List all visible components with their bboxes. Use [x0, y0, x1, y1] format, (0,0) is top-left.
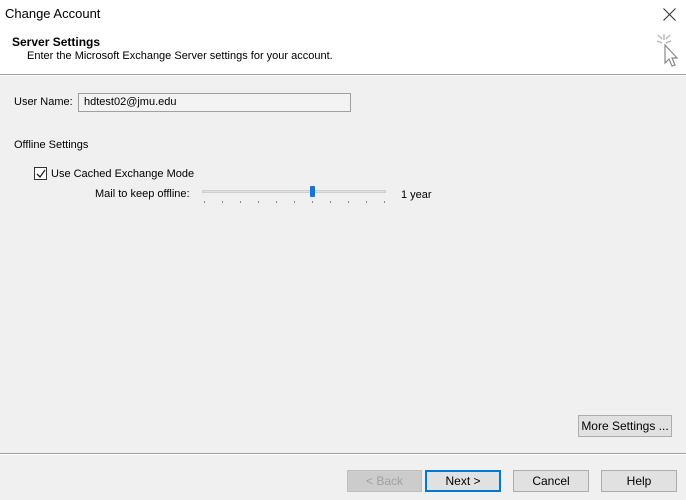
more-settings-button[interactable]: More Settings ...	[578, 415, 672, 437]
slider-tick	[312, 201, 313, 203]
close-icon	[663, 8, 676, 21]
page-header: Server Settings Enter the Microsoft Exch…	[0, 30, 686, 74]
user-name-label: User Name:	[14, 96, 73, 108]
slider-tick	[348, 201, 349, 203]
slider-track[interactable]	[202, 190, 386, 193]
slider-tick	[222, 201, 223, 203]
slider-tick	[276, 201, 277, 203]
close-button[interactable]	[654, 0, 686, 30]
window-title: Change Account	[5, 6, 101, 21]
slider-tick	[258, 201, 259, 203]
cursor-click-icon	[656, 34, 679, 67]
title-bar: Change Account	[0, 0, 686, 30]
slider-tick	[330, 201, 331, 203]
page-subtitle: Enter the Microsoft Exchange Server sett…	[27, 50, 333, 62]
page-title: Server Settings	[12, 35, 101, 49]
cached-mode-label[interactable]: Use Cached Exchange Mode	[51, 168, 194, 180]
slider-thumb[interactable]	[310, 186, 315, 197]
slider-tick	[294, 201, 295, 203]
user-name-field[interactable]: hdtest02@jmu.edu	[78, 93, 351, 112]
slider-tick	[240, 201, 241, 203]
next-button[interactable]: Next >	[425, 470, 501, 492]
slider-tick	[366, 201, 367, 203]
mail-offline-label: Mail to keep offline:	[95, 188, 190, 200]
back-button[interactable]: < Back	[347, 470, 422, 492]
help-button[interactable]: Help	[601, 470, 677, 492]
cancel-button[interactable]: Cancel	[513, 470, 589, 492]
checkmark-icon	[36, 169, 46, 179]
cached-mode-checkbox[interactable]	[34, 167, 47, 180]
slider-value: 1 year	[401, 189, 432, 201]
slider-tick	[384, 201, 385, 203]
offline-settings-heading: Offline Settings	[14, 139, 89, 151]
slider-tick	[204, 201, 205, 203]
